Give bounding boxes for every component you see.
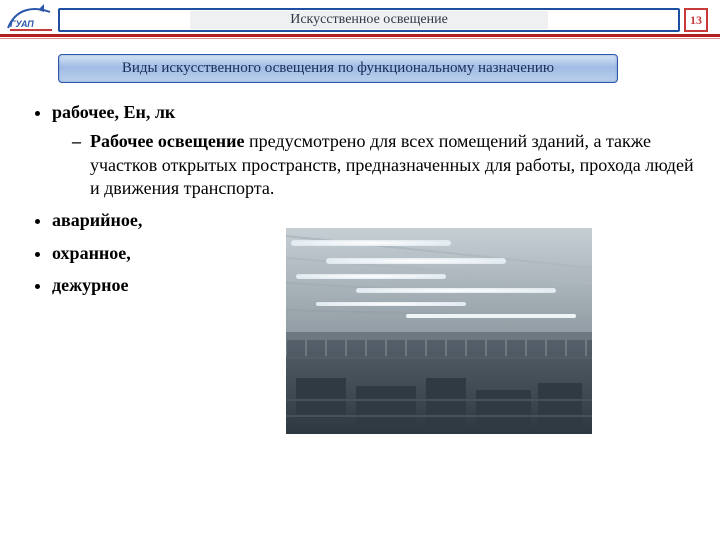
svg-text:ГУАП: ГУАП [10, 19, 34, 29]
header-divider-thin [0, 38, 720, 39]
title-bar: Искусственное освещение [58, 8, 680, 32]
slide-title: Искусственное освещение [190, 11, 548, 29]
slide-header: ГУАП Искусственное освещение 13 [0, 6, 720, 36]
bullet-text: рабочее, Ен, лк [52, 102, 175, 122]
header-divider-thick [0, 34, 720, 37]
page-number: 13 [684, 8, 708, 32]
sub-bullet-item: Рабочее освещение предусмотрено для всех… [72, 130, 696, 200]
section-subheader: Виды искусственного освещения по функцио… [58, 54, 618, 83]
illustration-industrial-lighting [286, 228, 592, 434]
bullet-item: рабочее, Ен, лк Рабочее освещение предус… [52, 100, 696, 200]
sub-bullet-bold: Рабочее освещение [90, 131, 245, 151]
university-logo: ГУАП [4, 2, 56, 34]
bullet-text: дежурное [52, 275, 129, 295]
bullet-text: аварийное, [52, 210, 142, 230]
bullet-text: охранное, [52, 243, 131, 263]
